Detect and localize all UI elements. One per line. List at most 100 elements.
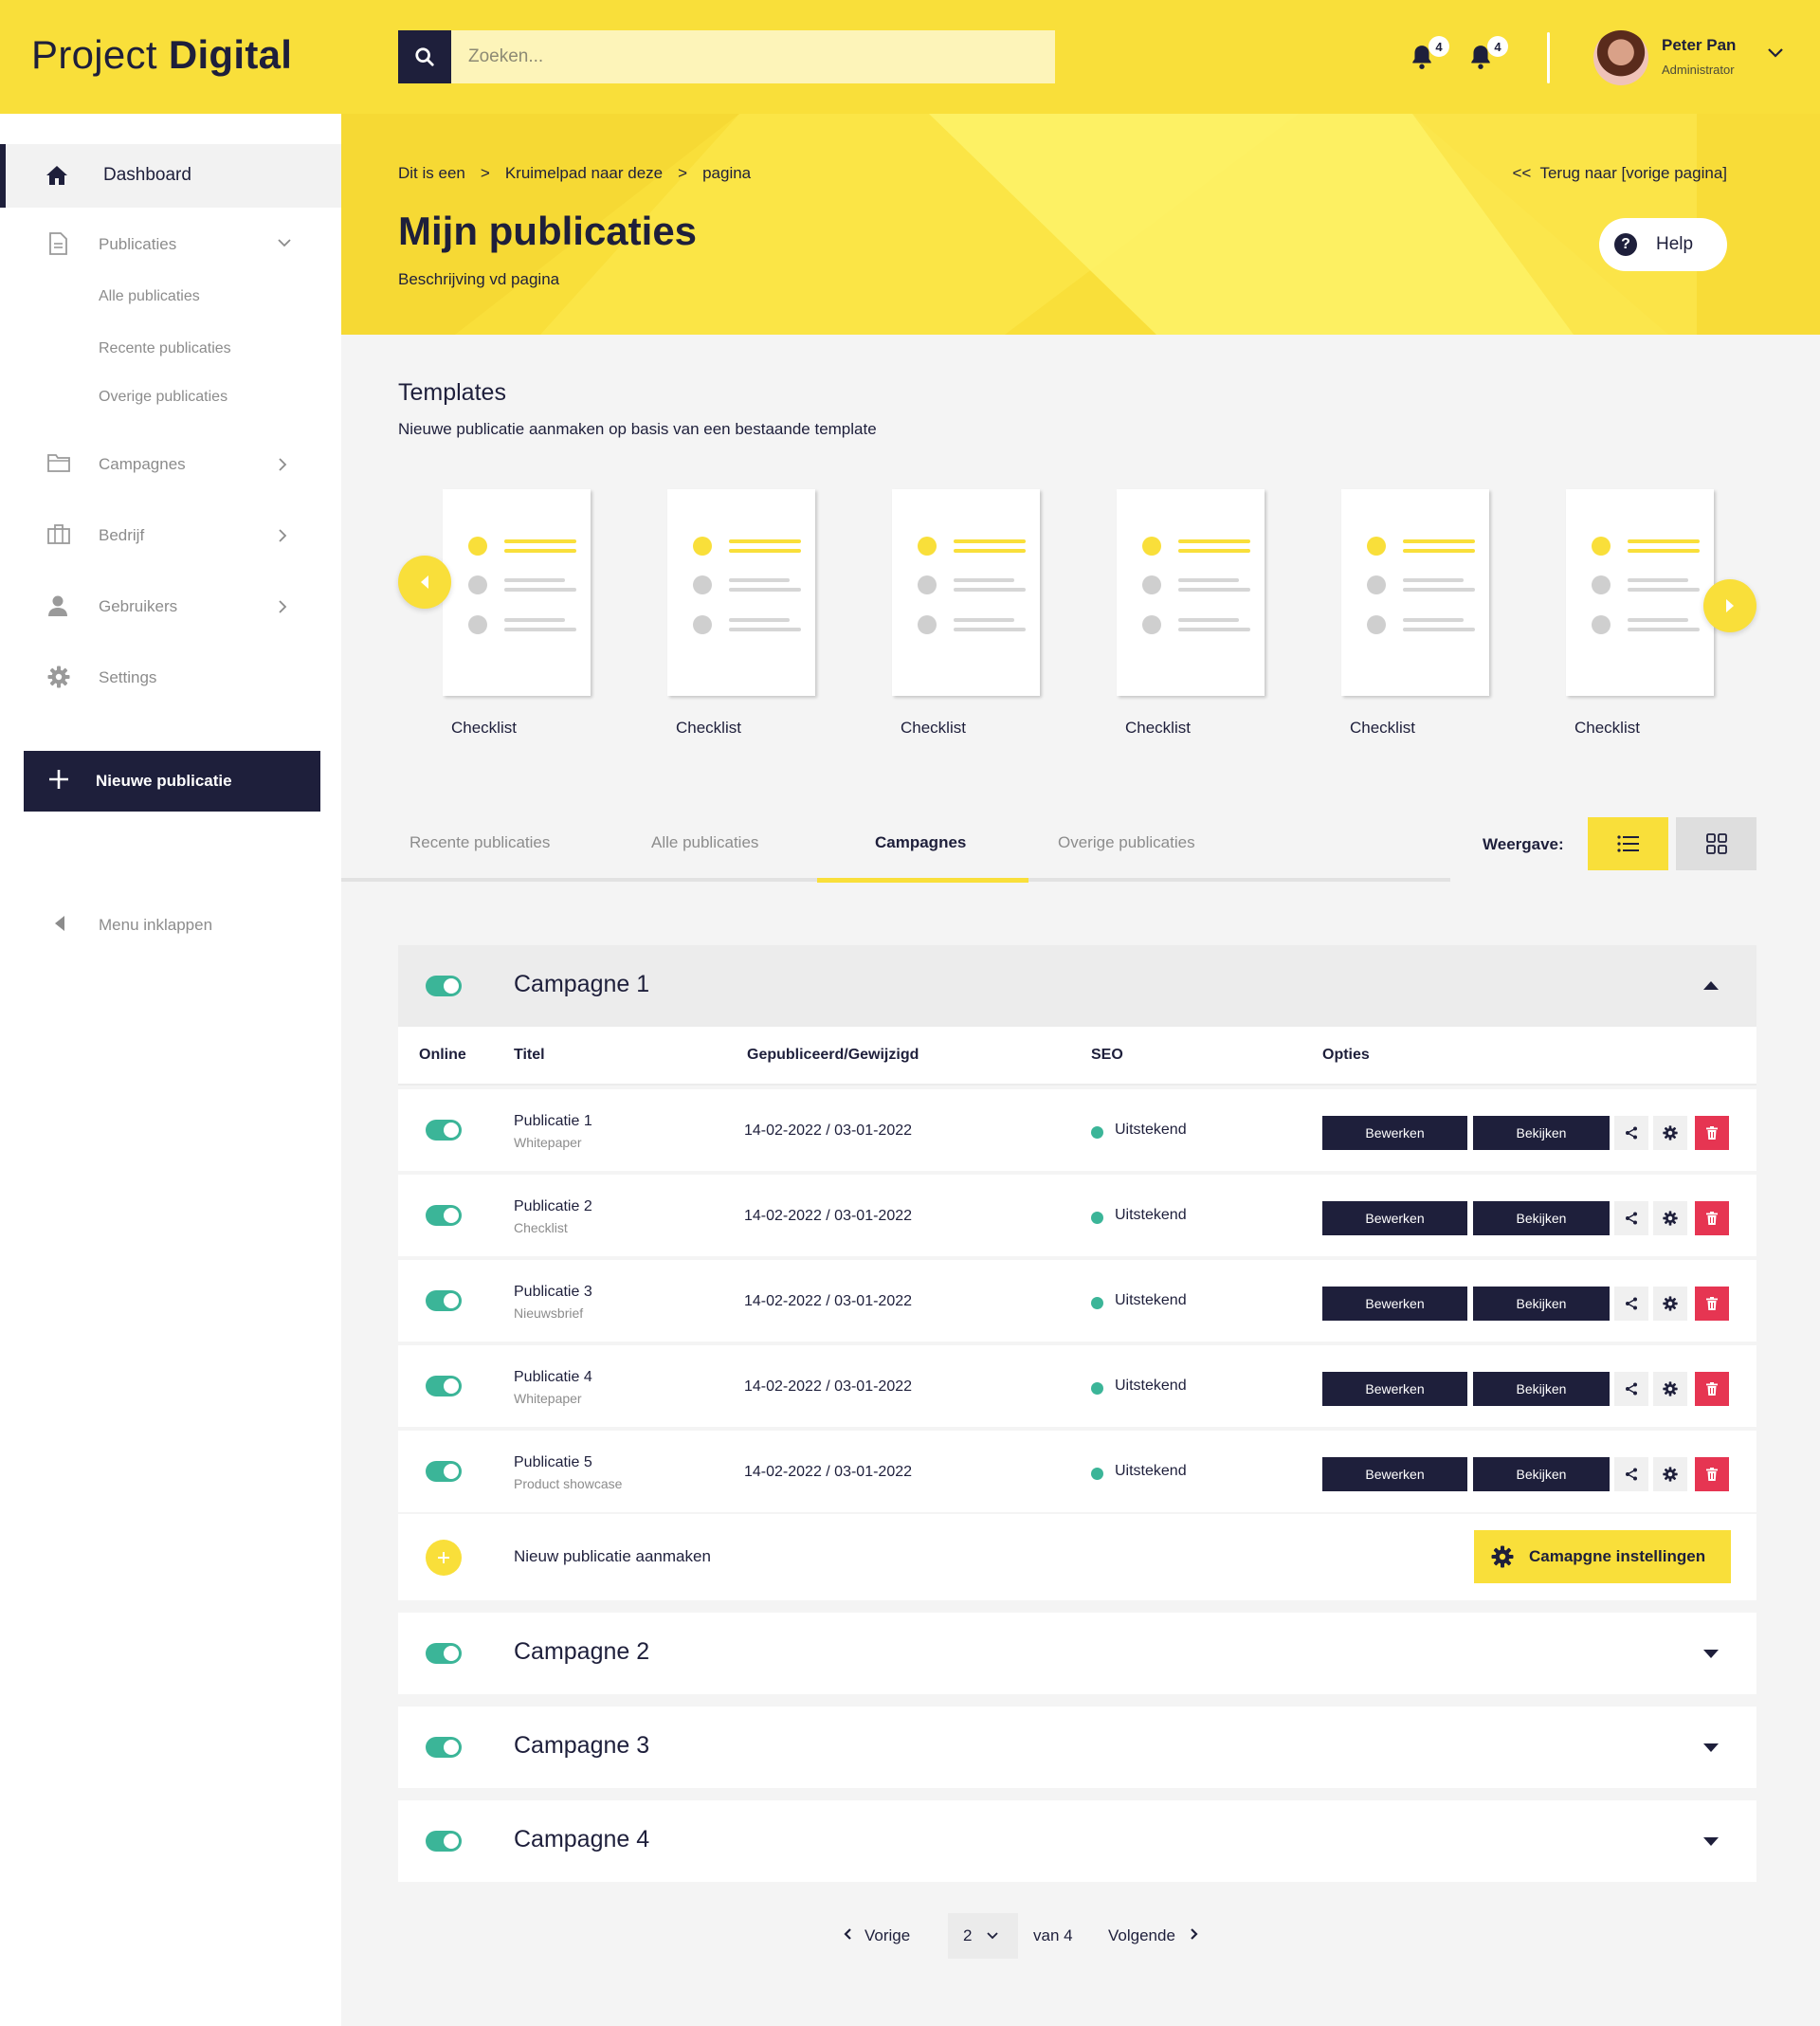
carousel-next-button[interactable] (1703, 579, 1756, 632)
share-button[interactable] (1614, 1372, 1648, 1406)
online-toggle[interactable] (426, 976, 462, 996)
new-publication-label[interactable]: Nieuw publicatie aanmaken (514, 1547, 711, 1566)
tab-alle-publicaties[interactable]: Alle publicaties (651, 833, 758, 852)
publication-title[interactable]: Publicatie 4 (514, 1369, 592, 1386)
online-toggle[interactable] (426, 1376, 462, 1396)
settings-button[interactable] (1653, 1287, 1687, 1321)
online-toggle[interactable] (426, 1205, 462, 1226)
view-button[interactable]: Bekijken (1473, 1287, 1610, 1321)
carousel-prev-button[interactable] (398, 556, 451, 609)
new-publication-button[interactable]: Nieuwe publicatie (24, 751, 320, 812)
app-logo[interactable]: Project Digital (31, 32, 292, 78)
help-button[interactable]: ? Help (1599, 218, 1727, 271)
campaign-header[interactable]: Campagne 1 (398, 945, 1756, 1027)
share-button[interactable] (1614, 1457, 1648, 1491)
template-card[interactable] (667, 489, 815, 696)
seo-status: Uitstekend (1115, 1463, 1187, 1479)
online-toggle[interactable] (426, 1831, 462, 1852)
view-button[interactable]: Bekijken (1473, 1116, 1610, 1150)
search-button[interactable] (398, 30, 451, 83)
template-card[interactable] (1566, 489, 1714, 696)
template-card[interactable] (1341, 489, 1489, 696)
online-toggle[interactable] (426, 1737, 462, 1758)
notification-button[interactable]: 4 (1410, 36, 1449, 72)
template-card[interactable] (443, 489, 591, 696)
publication-date: 14-02-2022 / 03-01-2022 (744, 1293, 913, 1309)
edit-button[interactable]: Bewerken (1322, 1116, 1467, 1150)
template-card[interactable] (1117, 489, 1265, 696)
settings-button[interactable] (1653, 1201, 1687, 1235)
share-button[interactable] (1614, 1116, 1648, 1150)
delete-button[interactable] (1695, 1201, 1729, 1235)
campaign-header[interactable]: Campagne 4 (398, 1800, 1756, 1882)
view-button[interactable]: Bekijken (1473, 1457, 1610, 1491)
grid-icon (1705, 833, 1727, 854)
breadcrumb-item[interactable]: pagina (702, 164, 751, 182)
gear-icon (47, 666, 70, 688)
edit-button[interactable]: Bewerken (1322, 1201, 1467, 1235)
avatar[interactable] (1593, 30, 1648, 85)
table-row: Publicatie 5 Product showcase 14-02-2022 /… (398, 1431, 1756, 1512)
sidebar-item-campagnes[interactable]: Campagnes (0, 446, 341, 484)
caret-down-icon[interactable] (1702, 1743, 1720, 1754)
delete-button[interactable] (1695, 1457, 1729, 1491)
campaign-settings-button[interactable]: Camapgne instellingen (1474, 1530, 1731, 1583)
page-select[interactable]: 2 (948, 1913, 1018, 1959)
share-button[interactable] (1614, 1287, 1648, 1321)
share-button[interactable] (1614, 1201, 1648, 1235)
view-button[interactable]: Bekijken (1473, 1201, 1610, 1235)
tab-recente-publicaties[interactable]: Recente publicaties (410, 833, 550, 852)
online-toggle[interactable] (426, 1290, 462, 1311)
delete-button[interactable] (1695, 1372, 1729, 1406)
online-toggle[interactable] (426, 1120, 462, 1141)
grid-view-button[interactable] (1676, 817, 1756, 870)
tab-overige-publicaties[interactable]: Overige publicaties (1058, 833, 1195, 852)
edit-button[interactable]: Bewerken (1322, 1372, 1467, 1406)
sidebar-item-settings[interactable]: Settings (0, 659, 341, 697)
publication-title[interactable]: Publicatie 5 (514, 1454, 592, 1471)
share-icon (1626, 1382, 1637, 1396)
settings-button[interactable] (1653, 1372, 1687, 1406)
campaign-header[interactable]: Campagne 3 (398, 1707, 1756, 1788)
list-view-button[interactable] (1588, 817, 1668, 870)
campaign-header[interactable]: Campagne 2 (398, 1613, 1756, 1694)
table-row: Publicatie 2 Checklist 14-02-2022 / 03-01-… (398, 1175, 1756, 1256)
caret-up-icon[interactable] (1702, 979, 1720, 991)
settings-button[interactable] (1653, 1116, 1687, 1150)
caret-left-icon (55, 916, 64, 931)
publication-title[interactable]: Publicatie 2 (514, 1198, 592, 1215)
notification-button[interactable]: 4 (1468, 36, 1508, 72)
delete-button[interactable] (1695, 1287, 1729, 1321)
sidebar-item-bedrijf[interactable]: Bedrijf (0, 517, 341, 555)
bullet-icon (1592, 615, 1611, 634)
sidebar-item-dashboard[interactable]: Dashboard (0, 144, 341, 208)
sidebar-subitem-recente[interactable]: Recente publicaties (99, 340, 231, 357)
breadcrumb-item[interactable]: Kruimelpad naar deze (505, 164, 663, 182)
sidebar-subitem-overige[interactable]: Overige publicaties (99, 389, 228, 406)
tab-campagnes[interactable]: Campagnes (875, 833, 966, 852)
delete-button[interactable] (1695, 1116, 1729, 1150)
back-link[interactable]: << Terug naar [vorige pagina] (1512, 164, 1727, 183)
edit-button[interactable]: Bewerken (1322, 1287, 1467, 1321)
template-card[interactable] (892, 489, 1040, 696)
search-input[interactable] (451, 30, 1055, 83)
caret-down-icon[interactable] (1702, 1836, 1720, 1848)
chevron-down-icon[interactable] (1767, 47, 1784, 59)
new-publication-label: Nieuwe publicatie (96, 772, 232, 790)
settings-button[interactable] (1653, 1457, 1687, 1491)
collapse-menu-button[interactable]: Menu inklappen (0, 905, 341, 943)
view-button[interactable]: Bekijken (1473, 1372, 1610, 1406)
sidebar-item-gebruikers[interactable]: Gebruikers (0, 588, 341, 626)
sidebar-item-publicaties[interactable]: Publicaties (0, 226, 341, 264)
breadcrumb-item[interactable]: Dit is een (398, 164, 465, 182)
pagination-next[interactable]: Volgende (1108, 1926, 1198, 1945)
publication-title[interactable]: Publicatie 1 (514, 1113, 592, 1130)
online-toggle[interactable] (426, 1643, 462, 1664)
online-toggle[interactable] (426, 1461, 462, 1482)
sidebar-subitem-alle[interactable]: Alle publicaties (99, 288, 200, 305)
add-publication-button[interactable] (426, 1540, 462, 1576)
publication-title[interactable]: Publicatie 3 (514, 1284, 592, 1301)
pagination-prev[interactable]: Vorige (844, 1926, 910, 1945)
caret-down-icon[interactable] (1702, 1649, 1720, 1660)
edit-button[interactable]: Bewerken (1322, 1457, 1467, 1491)
